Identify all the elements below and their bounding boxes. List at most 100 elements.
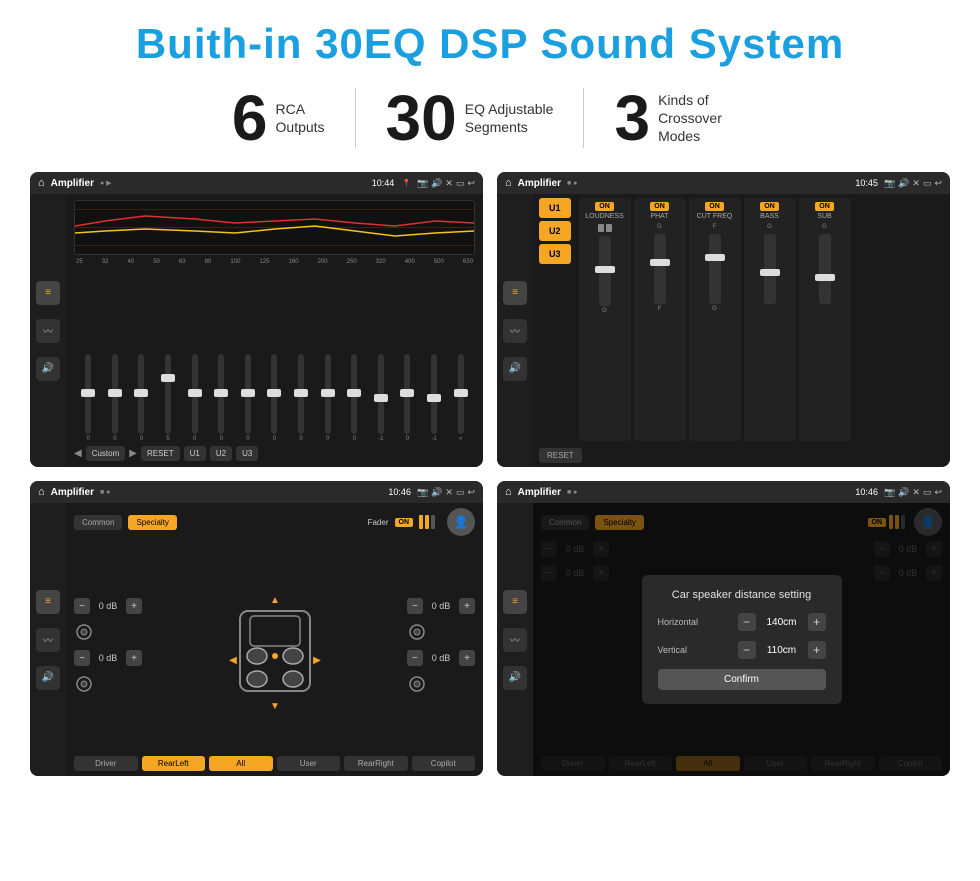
bottom-left-minus[interactable]: − <box>74 650 90 666</box>
confirm-button[interactable]: Confirm <box>658 669 826 690</box>
fader-on-badge[interactable]: ON <box>395 518 414 527</box>
dlg-side-icons: ≡ 〰 🔊 <box>497 503 533 776</box>
dlg-side-wave-icon[interactable]: 〰 <box>503 628 527 652</box>
all-btn[interactable]: All <box>209 756 273 771</box>
cross-close-icon[interactable]: ✕ <box>445 487 453 498</box>
amp-home-icon[interactable]: ⌂ <box>505 177 512 189</box>
cross-side-speaker-icon[interactable]: 🔊 <box>36 666 60 690</box>
dlg-minimize-icon[interactable]: ▭ <box>923 487 932 498</box>
cross-avatar[interactable]: 👤 <box>447 508 475 536</box>
prev-icon[interactable]: ◀ <box>74 448 82 459</box>
svg-text:▲: ▲ <box>270 595 280 606</box>
eq-bottom-bar: ◀ Custom ▶ RESET U1 U2 U3 <box>74 446 475 461</box>
close-icon[interactable]: ✕ <box>445 178 453 189</box>
rearleft-btn[interactable]: RearLeft <box>142 756 206 771</box>
phat-label: PHAT <box>650 213 668 220</box>
driver-btn[interactable]: Driver <box>74 756 138 771</box>
cross-topbar-icons: 📷 🔊 ✕ ▭ ↩ <box>417 487 475 498</box>
sub-on[interactable]: ON <box>815 202 834 211</box>
phat-slider[interactable] <box>654 234 666 304</box>
dlg-back-icon[interactable]: ↩ <box>934 487 942 498</box>
bass-on[interactable]: ON <box>760 202 779 211</box>
horizontal-minus[interactable]: − <box>738 613 756 631</box>
bottom-right-minus[interactable]: − <box>407 650 423 666</box>
vertical-minus[interactable]: − <box>738 641 756 659</box>
amp-side-speaker-icon[interactable]: 🔊 <box>503 357 527 381</box>
cross-side-wave-icon[interactable]: 〰 <box>36 628 60 652</box>
speaker-icon-row-tl <box>74 622 142 642</box>
screen-amp: ⌂ Amplifier ■ ● 10:45 📷 🔊 ✕ ▭ ↩ ≡ 〰 🔊 <box>497 172 950 467</box>
horizontal-label: Horizontal <box>658 617 699 627</box>
fader-label: Fader <box>368 518 389 527</box>
eq-slider-6: 0 <box>209 354 234 442</box>
minimize-icon[interactable]: ▭ <box>456 178 465 189</box>
cross-camera-icon: 📷 <box>417 487 428 498</box>
phat-on[interactable]: ON <box>650 202 669 211</box>
custom-btn[interactable]: Custom <box>86 446 126 461</box>
cross-home-icon[interactable]: ⌂ <box>38 486 45 498</box>
speaker-tl-icon <box>74 622 94 642</box>
dlg-close-icon[interactable]: ✕ <box>912 487 920 498</box>
next-icon[interactable]: ▶ <box>129 448 137 459</box>
u3-btn[interactable]: U3 <box>236 446 258 461</box>
dlg-side-speaker-icon[interactable]: 🔊 <box>503 666 527 690</box>
specialty-btn[interactable]: Specialty <box>128 515 176 530</box>
bottom-right-ctrl: − 0 dB + <box>407 650 475 666</box>
dlg-side-eq-icon[interactable]: ≡ <box>503 590 527 614</box>
side-speaker-icon[interactable]: 🔊 <box>36 357 60 381</box>
eq-title: Amplifier <box>51 178 94 189</box>
loudness-slider[interactable] <box>599 236 611 306</box>
u1-btn[interactable]: U1 <box>184 446 206 461</box>
amp-minimize-icon[interactable]: ▭ <box>923 178 932 189</box>
horizontal-plus[interactable]: + <box>808 613 826 631</box>
vertical-plus[interactable]: + <box>808 641 826 659</box>
cross-side-eq-icon[interactable]: ≡ <box>36 590 60 614</box>
eq-slider-3: 0 <box>129 354 154 442</box>
bottom-left-plus[interactable]: + <box>126 650 142 666</box>
amp-topbar-icons: 📷 🔊 ✕ ▭ ↩ <box>884 178 942 189</box>
side-eq-icon[interactable]: ≡ <box>36 281 60 305</box>
cutfreq-slider[interactable] <box>709 234 721 304</box>
u2-btn[interactable]: U2 <box>210 446 232 461</box>
cross-title: Amplifier <box>51 487 94 498</box>
loudness-on[interactable]: ON <box>595 202 614 211</box>
amp-back-icon[interactable]: ↩ <box>934 178 942 189</box>
back-icon[interactable]: ↩ <box>467 178 475 189</box>
stat-label-eq: EQ AdjustableSegments <box>465 100 554 136</box>
u1-preset[interactable]: U1 <box>539 198 571 218</box>
top-right-plus[interactable]: + <box>459 598 475 614</box>
sub-channel: ON SUB G <box>799 198 851 441</box>
side-wave-icon[interactable]: 〰 <box>36 319 60 343</box>
amp-close-icon[interactable]: ✕ <box>912 178 920 189</box>
copilot-btn[interactable]: Copilot <box>412 756 476 771</box>
reset-btn-eq[interactable]: RESET <box>141 446 180 461</box>
home-icon[interactable]: ⌂ <box>38 177 45 189</box>
top-left-plus[interactable]: + <box>126 598 142 614</box>
amp-side-wave-icon[interactable]: 〰 <box>503 319 527 343</box>
u2-preset[interactable]: U2 <box>539 221 571 241</box>
cross-minimize-icon[interactable]: ▭ <box>456 487 465 498</box>
bottom-right-plus[interactable]: + <box>459 650 475 666</box>
rearright-btn[interactable]: RearRight <box>344 756 408 771</box>
eq-slider-15: » <box>448 354 473 442</box>
cutfreq-on[interactable]: ON <box>705 202 724 211</box>
bass-slider[interactable] <box>764 234 776 304</box>
amp-side-eq-icon[interactable]: ≡ <box>503 281 527 305</box>
car-svg: ▲ ▼ ◀ ▶ <box>225 581 325 711</box>
top-right-minus[interactable]: − <box>407 598 423 614</box>
u3-preset[interactable]: U3 <box>539 244 571 264</box>
common-btn[interactable]: Common <box>74 515 122 530</box>
user-btn[interactable]: User <box>277 756 341 771</box>
top-left-minus[interactable]: − <box>74 598 90 614</box>
cross-back-icon[interactable]: ↩ <box>467 487 475 498</box>
cutfreq-val: G <box>712 306 717 312</box>
main-title: Buith-in 30EQ DSP Sound System <box>30 20 950 68</box>
dlg-topbar-icons: 📷 🔊 ✕ ▭ ↩ <box>884 487 942 498</box>
eq-slider-1: 0 <box>76 354 101 442</box>
vertical-ctrl: − 110cm + <box>738 641 826 659</box>
cross-body: ≡ 〰 🔊 Common Specialty Fader ON <box>30 503 483 776</box>
sub-slider[interactable] <box>819 234 831 304</box>
amp-reset-btn[interactable]: RESET <box>539 448 582 463</box>
dlg-home-icon[interactable]: ⌂ <box>505 486 512 498</box>
eq-slider-9: 0 <box>289 354 314 442</box>
